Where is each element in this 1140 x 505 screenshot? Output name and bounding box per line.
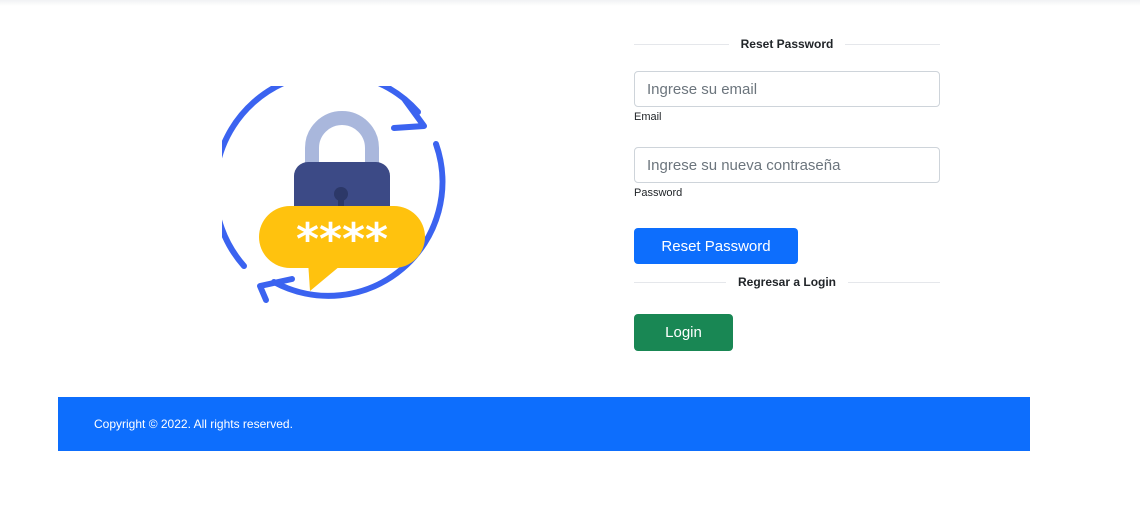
reset-password-form: Reset Password Email Password Reset Pass…: [634, 30, 940, 351]
back-to-login-title: Regresar a Login: [737, 275, 837, 289]
divider-line: [845, 43, 940, 45]
email-label: Email: [634, 111, 662, 123]
divider-line: [634, 43, 729, 45]
password-group: Password: [634, 147, 940, 199]
new-password-input[interactable]: [634, 147, 940, 183]
divider-line: [848, 281, 940, 283]
password-reset-illustration: ****: [211, 69, 462, 326]
password-label: Password: [634, 187, 683, 199]
email-input[interactable]: [634, 71, 940, 107]
top-strip: [0, 0, 1140, 6]
divider-line: [634, 281, 726, 283]
copyright-text: Copyright © 2022. All rights reserved.: [94, 417, 293, 431]
footer: Copyright © 2022. All rights reserved.: [58, 397, 1030, 451]
reset-password-heading: Reset Password: [634, 30, 940, 58]
reset-password-button[interactable]: Reset Password: [634, 228, 798, 264]
masked-password-text: ****: [296, 214, 388, 265]
lock-reset-icon: ****: [211, 69, 446, 303]
reset-password-title: Reset Password: [740, 37, 834, 51]
back-to-login-heading: Regresar a Login: [634, 268, 940, 296]
email-group: Email: [634, 71, 940, 123]
login-button[interactable]: Login: [634, 314, 733, 351]
